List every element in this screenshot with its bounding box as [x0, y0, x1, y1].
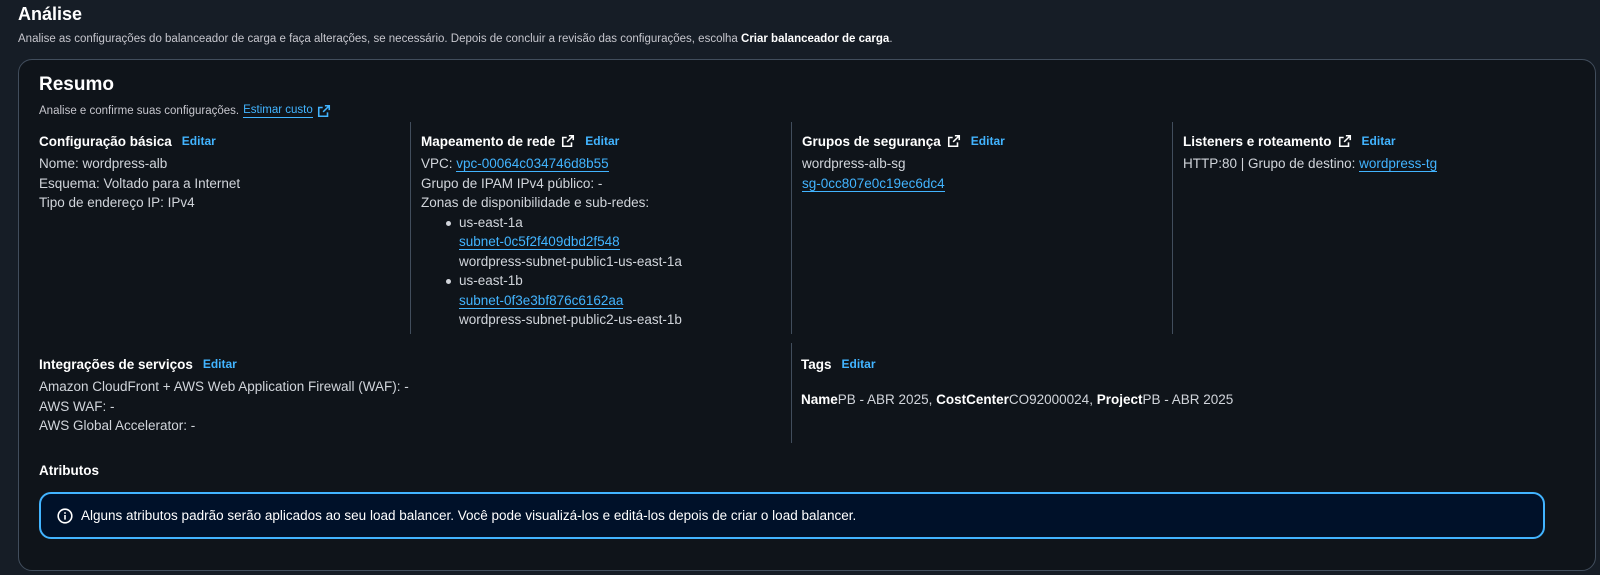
listeners-section: Listeners e roteamento Editar HTTP:80 | G…: [1172, 122, 1572, 334]
edit-tags-button[interactable]: Editar: [842, 357, 876, 371]
ipam-row: Grupo de IPAM IPv4 público: -: [421, 175, 603, 191]
description-end: .: [889, 33, 893, 45]
tag-value: CO92000024: [1008, 392, 1090, 407]
listeners-heading: Listeners e roteamento: [1183, 133, 1332, 149]
estimate-cost-link[interactable]: Estimar custo: [243, 104, 313, 118]
zone-name: us-east-1a: [459, 214, 523, 230]
page-description: Analise as configurações do balanceador …: [18, 32, 1580, 46]
integrations-section: Integrações de serviços Editar Amazon Clo…: [39, 355, 779, 436]
tag-separator: ,: [1089, 392, 1097, 407]
edit-basic-config-button[interactable]: Editar: [182, 134, 216, 148]
network-mapping-heading: Mapeamento de rede: [421, 133, 556, 149]
page-title: Análise: [18, 4, 83, 24]
attributes-heading: Atributos: [39, 463, 99, 478]
network-mapping-section: Mapeamento de rede Editar VPC: vpc-00064c…: [410, 122, 791, 334]
subnet-id-link[interactable]: subnet-0c5f2f409dbd2f548: [459, 234, 620, 250]
summary-card: Resumo Analise e confirme suas configura…: [18, 59, 1596, 571]
summary-title: Resumo: [39, 74, 114, 95]
external-link-icon[interactable]: [561, 134, 575, 148]
edit-network-mapping-button[interactable]: Editar: [585, 134, 619, 148]
subnet-id-link[interactable]: subnet-0f3e3bf876c6162aa: [459, 292, 624, 309]
tags-list: NamePB - ABR 2025, CostCenterCO92000024,…: [801, 390, 1541, 410]
integration-global-accelerator: AWS Global Accelerator: -: [39, 418, 196, 433]
lb-ip-type: Tipo de endereço IP: IPv4: [39, 195, 195, 210]
security-groups-heading: Grupos de segurança: [802, 133, 941, 149]
edit-integrations-button[interactable]: Editar: [203, 357, 237, 371]
zones-label: Zonas de disponibilidade e sub-redes:: [421, 195, 650, 210]
lb-name: Nome: wordpress-alb: [39, 156, 168, 171]
zone-item: us-east-1b subnet-0f3e3bf876c6162aa word…: [446, 271, 791, 330]
tags-heading: Tags: [801, 356, 832, 372]
external-link-icon[interactable]: [1338, 134, 1352, 148]
security-groups-section: Grupos de segurança Editar wordpress-alb-…: [791, 122, 1172, 334]
zones-list: us-east-1a subnet-0c5f2f409dbd2f548 word…: [421, 213, 791, 330]
zone-name: us-east-1b: [459, 273, 523, 288]
security-group-name: wordpress-alb-sg: [802, 156, 906, 171]
basic-config-section: Configuração básica Editar Nome: wordpres…: [39, 132, 409, 213]
security-group-id-link[interactable]: sg-0cc807e0c19ec6dc4: [802, 175, 945, 192]
edit-security-groups-button[interactable]: Editar: [971, 134, 1005, 148]
integration-cloudfront: Amazon CloudFront + AWS Web Application …: [39, 379, 409, 394]
tags-section: Tags Editar NamePB - ABR 2025, CostCenter…: [801, 355, 1541, 410]
basic-config-heading: Configuração básica: [39, 133, 172, 149]
tag-separator: ,: [928, 392, 937, 407]
description-bold: Criar balanceador de carga: [741, 33, 890, 45]
target-group-link[interactable]: wordpress-tg: [1359, 156, 1438, 172]
description-text: Analise as configurações do balanceador …: [18, 33, 742, 45]
page-header: Análise Analise as configurações do bala…: [18, 0, 1580, 46]
tag-value: PB - ABR 2025: [1142, 392, 1234, 407]
tag-key: Name: [801, 392, 838, 407]
tag-key: CostCenter: [936, 392, 1009, 407]
vpc-row: VPC: vpc-00064c034746d8b55: [421, 154, 791, 174]
summary-subtitle-text: Analise e confirme suas configurações.: [39, 105, 240, 117]
edit-listeners-button[interactable]: Editar: [1362, 134, 1396, 148]
attributes-info-alert: Alguns atributos padrão serão aplicados …: [39, 492, 1545, 539]
section-divider: [791, 343, 792, 443]
vpc-label: VPC:: [421, 156, 457, 171]
subnet-name: wordpress-subnet-public1-us-east-1a: [459, 253, 682, 269]
listener-rule: HTTP:80 | Grupo de destino: wordpress-tg: [1183, 154, 1572, 174]
tag-value: PB - ABR 2025: [837, 392, 929, 407]
info-icon: [57, 507, 73, 524]
integration-waf: AWS WAF: -: [39, 398, 115, 414]
listener-rule-text: HTTP:80 | Grupo de destino:: [1183, 156, 1360, 171]
external-link-icon[interactable]: [947, 134, 961, 148]
vpc-id-link[interactable]: vpc-00064c034746d8b55: [456, 156, 609, 172]
subnet-name: wordpress-subnet-public2-us-east-1b: [459, 312, 682, 327]
summary-subtitle: Analise e confirme suas configurações. E…: [39, 104, 331, 118]
external-link-icon[interactable]: [317, 104, 331, 118]
tag-key: Project: [1096, 392, 1143, 407]
lb-scheme: Esquema: Voltado para a Internet: [39, 175, 241, 191]
attributes-info-text: Alguns atributos padrão serão aplicados …: [81, 508, 857, 523]
zone-item: us-east-1a subnet-0c5f2f409dbd2f548 word…: [446, 213, 791, 272]
integrations-heading: Integrações de serviços: [39, 356, 193, 372]
